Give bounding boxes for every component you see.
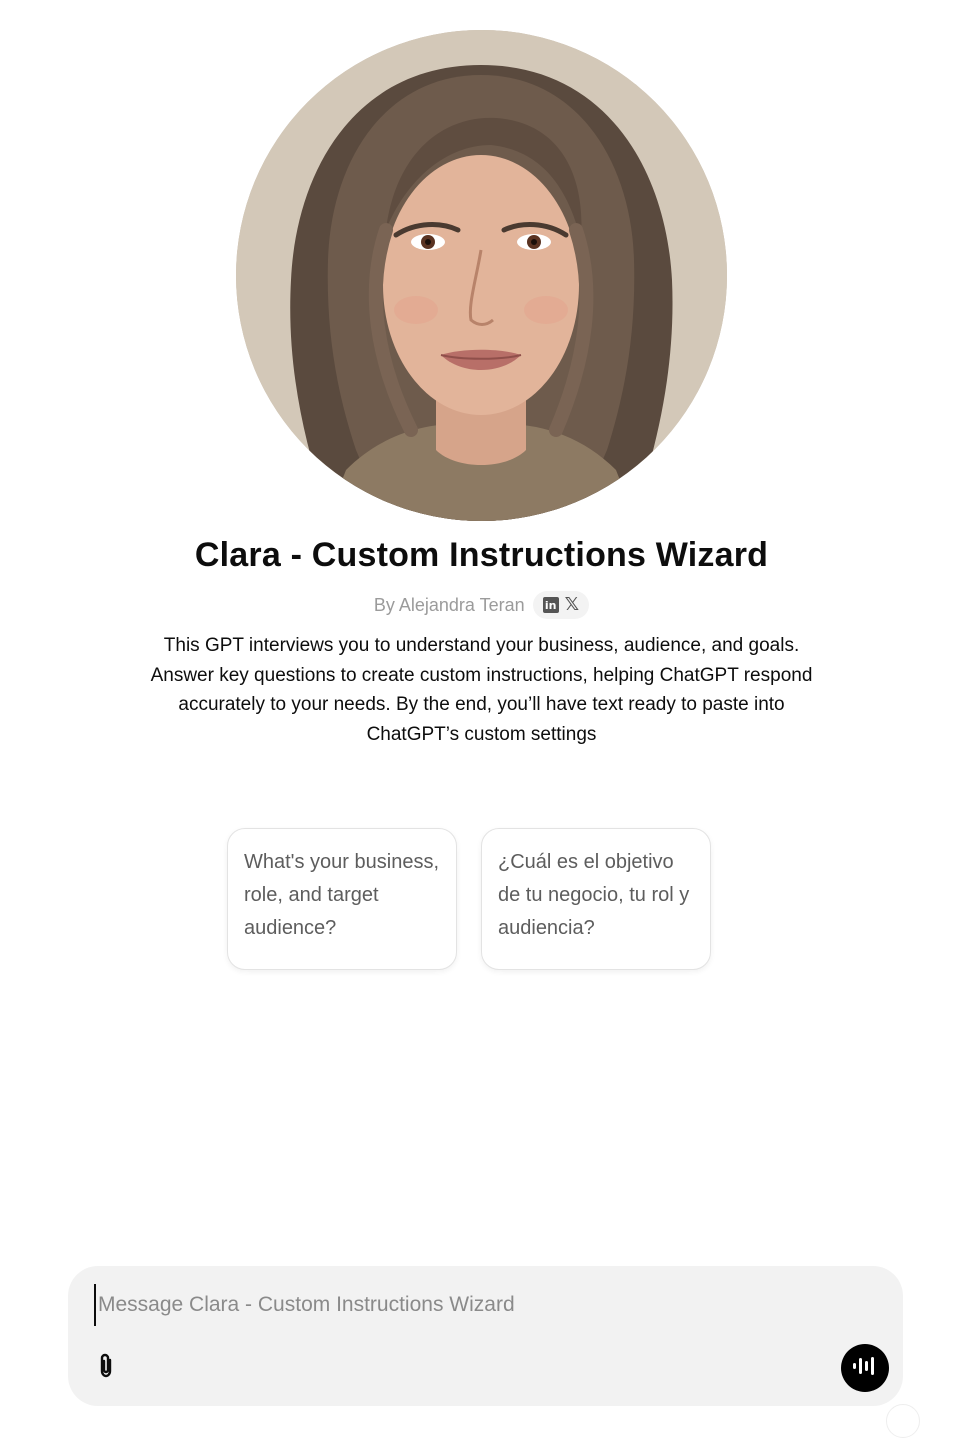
voice-mode-button[interactable] (841, 1344, 889, 1392)
attach-button[interactable] (92, 1352, 120, 1384)
paperclip-icon (95, 1352, 117, 1385)
social-links: in 𝕏 (532, 591, 590, 619)
linkedin-icon[interactable]: in (542, 597, 559, 613)
conversation-starters: What's your business, role, and target a… (227, 828, 711, 970)
author-name: By Alejandra Teran (373, 594, 525, 615)
starter-card[interactable]: ¿Cuál es el objetivo de tu negocio, tu r… (481, 828, 711, 970)
help-button[interactable] (886, 1404, 920, 1438)
starter-card[interactable]: What's your business, role, and target a… (227, 828, 457, 970)
gpt-description: This GPT interviews you to understand yo… (150, 635, 813, 745)
message-composer (68, 1266, 903, 1406)
author-byline: By Alejandra Teran in 𝕏 (0, 591, 963, 619)
x-icon[interactable]: 𝕏 (565, 596, 580, 614)
message-input[interactable] (94, 1284, 860, 1326)
voice-waveform-icon (852, 1355, 878, 1382)
gpt-home-page: Clara - Custom Instructions Wizard By Al… (0, 0, 963, 1440)
gpt-avatar (236, 30, 727, 521)
gpt-title: Clara - Custom Instructions Wizard (194, 536, 769, 574)
